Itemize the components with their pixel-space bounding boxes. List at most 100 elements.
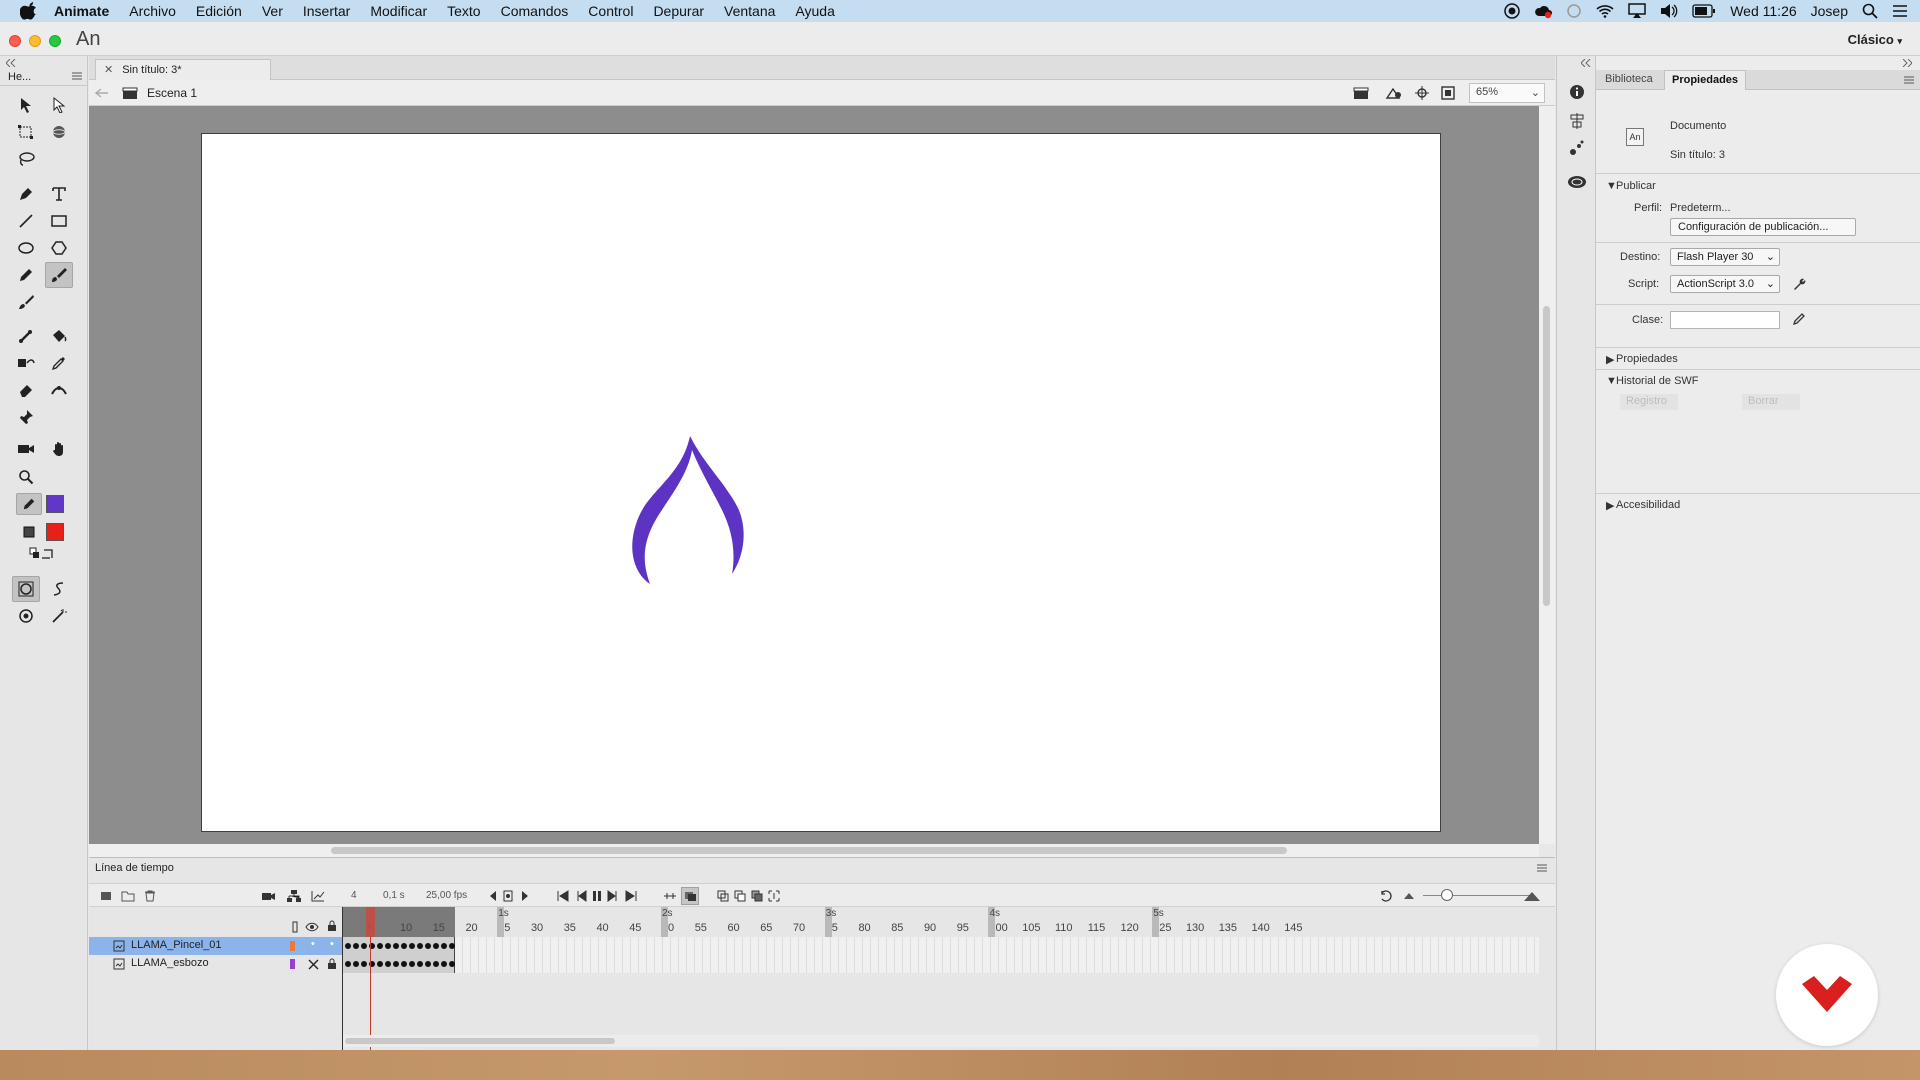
menubar-clock[interactable]: Wed 11:26: [1730, 3, 1796, 19]
pressure-option[interactable]: [45, 603, 73, 629]
swap-colors-button[interactable]: [28, 545, 58, 563]
window-close-button[interactable]: [9, 35, 21, 47]
publish-section-title[interactable]: Publicar: [1616, 180, 1656, 192]
keyframe-dot[interactable]: [449, 943, 455, 949]
layer-row-llama-esbozo[interactable]: LLAMA_esbozo: [89, 955, 343, 973]
collapse-arrows-icon[interactable]: [1902, 59, 1912, 67]
width-tool[interactable]: [45, 377, 73, 403]
keyframe-dot[interactable]: [417, 943, 423, 949]
menu-app-animate[interactable]: Animate: [54, 3, 109, 19]
menu-archivo[interactable]: Archivo: [129, 3, 176, 19]
panel-menu-icon[interactable]: [1904, 76, 1914, 84]
swf-history-title[interactable]: Historial de SWF: [1616, 375, 1699, 387]
layer-color-swatch[interactable]: [290, 959, 295, 969]
timeline-zoom-slider[interactable]: [1423, 895, 1533, 896]
pin-tool[interactable]: [12, 404, 40, 430]
keyframe-dot[interactable]: [393, 961, 399, 967]
subselection-tool[interactable]: [45, 92, 73, 118]
modify-markers-icon[interactable]: [768, 890, 780, 902]
polystar-tool[interactable]: [45, 235, 73, 261]
frames-row-llama-esbozo[interactable]: [343, 955, 1539, 973]
rectangle-tool[interactable]: [45, 208, 73, 234]
clear-button[interactable]: Borrar: [1742, 394, 1800, 410]
object-drawing-toggle[interactable]: [12, 576, 40, 602]
frame-ruler[interactable]: 5101520253035404550556065707580859095100…: [343, 907, 1539, 937]
tab-biblioteca[interactable]: Biblioteca: [1598, 70, 1660, 90]
menu-insertar[interactable]: Insertar: [303, 3, 350, 19]
edit-scene-icon[interactable]: [1353, 86, 1371, 100]
keyframe-dot[interactable]: [345, 961, 351, 967]
prev-keyframe-icon[interactable]: [489, 890, 497, 902]
wifi-icon[interactable]: [1596, 4, 1614, 18]
scene-label[interactable]: Escena 1: [147, 86, 197, 100]
notification-center-icon[interactable]: [1892, 4, 1908, 18]
stage-vertical-scrollbar[interactable]: [1539, 106, 1555, 844]
cc-libraries-icon[interactable]: [1567, 174, 1587, 190]
keyframe-dot[interactable]: [385, 961, 391, 967]
timeline-title[interactable]: Línea de tiempo: [95, 862, 174, 874]
keyframe-dot[interactable]: [449, 961, 455, 967]
eyedropper-tool[interactable]: [45, 350, 73, 376]
line-tool[interactable]: [12, 208, 40, 234]
tools-panel-title[interactable]: He...: [8, 71, 31, 83]
asset-warp-tool[interactable]: [12, 350, 40, 376]
layer-name[interactable]: LLAMA_Pincel_01: [131, 939, 222, 951]
zoom-tool[interactable]: [12, 464, 40, 490]
edit-multiple-frames-icon[interactable]: [717, 890, 729, 902]
keyframe-dot[interactable]: [417, 961, 423, 967]
pen-tool[interactable]: [12, 181, 40, 207]
keyframe-dot[interactable]: [425, 961, 431, 967]
keyframe-dot[interactable]: [377, 943, 383, 949]
lock-icon[interactable]: [327, 920, 337, 932]
edit-symbols-icon[interactable]: [1385, 86, 1403, 100]
new-folder-icon[interactable]: [121, 890, 135, 902]
3d-rotation-tool[interactable]: [45, 119, 73, 145]
oval-tool[interactable]: [12, 235, 40, 261]
window-minimize-button[interactable]: [29, 35, 41, 47]
apple-icon[interactable]: [20, 2, 38, 20]
fill-color-toggle[interactable]: [16, 521, 42, 543]
go-to-first-icon[interactable]: [557, 890, 569, 902]
align-icon[interactable]: [1569, 113, 1585, 129]
lock-dot-icon[interactable]: •: [330, 938, 334, 950]
parenting-icon[interactable]: [287, 890, 301, 902]
text-tool[interactable]: [45, 181, 73, 207]
stroke-color-toggle[interactable]: [16, 493, 42, 515]
loop-icon[interactable]: [663, 890, 677, 902]
keyframe-dot[interactable]: [425, 943, 431, 949]
tab-propiedades[interactable]: Propiedades: [1664, 70, 1747, 90]
keyframe-dot[interactable]: [409, 943, 415, 949]
script-select[interactable]: ActionScript 3.0 ⌄: [1670, 275, 1780, 293]
smoothing-option[interactable]: [45, 576, 73, 602]
keyframe-dot[interactable]: [385, 943, 391, 949]
go-to-last-icon[interactable]: [625, 890, 637, 902]
menu-ver[interactable]: Ver: [262, 3, 283, 19]
snap-to-objects-option[interactable]: [12, 603, 40, 629]
flame-stroke-drawing[interactable]: [612, 434, 772, 624]
trash-icon[interactable]: [144, 890, 156, 902]
stage-horizontal-scrollbar[interactable]: [89, 844, 1539, 857]
fps-field[interactable]: 25,00 fps: [426, 890, 467, 901]
stroke-color-swatch[interactable]: [46, 495, 64, 513]
keyframe-dot[interactable]: [433, 961, 439, 967]
small-mountain-icon[interactable]: [1403, 890, 1415, 900]
keyframe-dot[interactable]: [433, 943, 439, 949]
eraser-tool[interactable]: [12, 377, 40, 403]
properties-section-title[interactable]: Propiedades: [1616, 353, 1678, 365]
playhead-handle[interactable]: [366, 907, 375, 937]
info-icon[interactable]: [1569, 84, 1585, 100]
menu-edicion[interactable]: Edición: [196, 3, 242, 19]
keyframe-dot[interactable]: [377, 961, 383, 967]
airplay-icon[interactable]: [1628, 3, 1646, 19]
keyframe-dot[interactable]: [409, 961, 415, 967]
step-back-icon[interactable]: [575, 890, 587, 902]
step-forward-icon[interactable]: [607, 890, 619, 902]
collapse-arrows-icon[interactable]: [1581, 59, 1591, 67]
menu-control[interactable]: Control: [588, 3, 633, 19]
keyframe-dot[interactable]: [401, 961, 407, 967]
brush-tool[interactable]: [12, 289, 40, 315]
elapsed-time-field[interactable]: 0,1 s: [383, 890, 405, 901]
spotlight-search-icon[interactable]: [1862, 3, 1878, 19]
insert-keyframe-icon[interactable]: [503, 890, 513, 902]
back-arrow-icon[interactable]: [95, 88, 109, 98]
